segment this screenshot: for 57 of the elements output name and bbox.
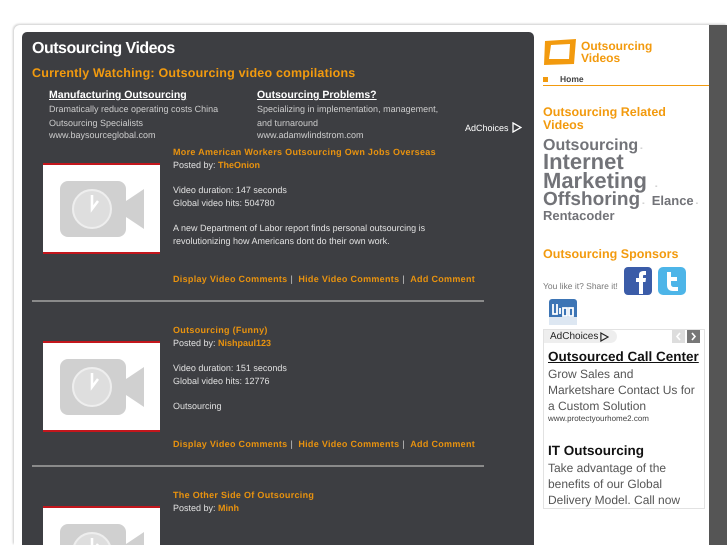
ad-title-link[interactable]: IT Outsourcing bbox=[548, 441, 700, 460]
video-title-link[interactable]: Outsourcing (Funny) bbox=[173, 324, 524, 337]
share-text: You like it? Share it! bbox=[543, 281, 618, 292]
now-watching-heading: Currently Watching: Outsourcing video compilations bbox=[32, 66, 356, 80]
author-link[interactable]: TheOnion bbox=[218, 160, 260, 170]
ad-url: www.baysourceglobal.com bbox=[49, 130, 157, 140]
adchoices-icon bbox=[512, 122, 522, 133]
video-title-link[interactable]: More American Workers Outsourcing Own Jobs Overseas bbox=[173, 146, 524, 159]
video-description: Outsourcing bbox=[173, 400, 223, 413]
ad-text: Grow Sales and Marketshare Contact Us for a Custom Solution bbox=[548, 366, 696, 414]
logo-text[interactable]: Outsourcing Videos bbox=[581, 40, 671, 64]
video-duration: Video duration: 151 seconds bbox=[173, 362, 288, 375]
comment-action-link[interactable]: Add Comment bbox=[410, 439, 476, 449]
adchoices-icon bbox=[600, 332, 610, 342]
comment-action-link[interactable]: Display Video Comments bbox=[173, 439, 288, 449]
video-thumbnail[interactable] bbox=[43, 341, 160, 432]
adchoices-link[interactable]: AdChoices bbox=[465, 122, 522, 133]
related-videos-heading: Outsourcing Related Videos bbox=[543, 106, 667, 132]
tag-link[interactable]: Elance bbox=[652, 192, 694, 208]
posted-by-label: Posted by: bbox=[173, 160, 216, 170]
comment-action-link[interactable]: Hide Video Comments bbox=[298, 274, 400, 284]
posted-by-label: Posted by: bbox=[173, 503, 216, 513]
digg-icon[interactable] bbox=[549, 299, 577, 326]
nav-item[interactable]: Home bbox=[543, 74, 709, 86]
author-link[interactable]: Minh bbox=[218, 503, 240, 513]
video-thumbnail[interactable] bbox=[43, 163, 160, 254]
posted-by-label: Posted by: bbox=[173, 338, 216, 348]
next-ad-button[interactable] bbox=[687, 330, 700, 344]
comment-action-link[interactable]: Display Video Comments bbox=[173, 274, 288, 284]
tag-link[interactable]: Internet Marketing bbox=[543, 153, 653, 191]
adchoices-link[interactable]: AdChoices bbox=[544, 330, 618, 344]
ad-url: www.protectyourhome2.com bbox=[548, 414, 650, 424]
video-camera-icon bbox=[60, 180, 144, 236]
ad-url: www.adamwlindstrom.com bbox=[257, 130, 365, 140]
comment-action-link[interactable]: Add Comment bbox=[410, 274, 476, 284]
tag-link[interactable]: Rentacoder bbox=[543, 208, 615, 223]
video-hits: Global video hits: 12776 bbox=[173, 375, 271, 388]
comment-action-link[interactable]: Hide Video Comments bbox=[298, 439, 400, 449]
video-description: A new Department of Labor report finds personal outsourcing is revolutionizing how Americans dont do their own work. bbox=[173, 222, 426, 248]
ad-link[interactable]: Outsourcing Problems? bbox=[257, 88, 451, 102]
ad-text: Take advantage of the benefits of our Global Delivery Model. Call now bbox=[548, 460, 682, 508]
author-link[interactable]: Nishpaul123 bbox=[218, 338, 272, 348]
separator: | bbox=[290, 274, 293, 284]
ad-link[interactable]: Manufacturing Outsourcing bbox=[49, 88, 243, 102]
ad-title-link[interactable]: Outsourced Call Center bbox=[548, 347, 700, 366]
logo-icon bbox=[543, 38, 577, 66]
separator: | bbox=[290, 439, 293, 449]
separator: | bbox=[402, 439, 405, 449]
separator: | bbox=[402, 274, 405, 284]
facebook-icon[interactable] bbox=[624, 267, 652, 296]
video-title-link[interactable]: The Other Side Of Outsourcing bbox=[173, 489, 524, 502]
sponsors-heading: Outsourcing Sponsors bbox=[543, 248, 680, 262]
tag-link[interactable]: Outsourcing bbox=[543, 137, 638, 154]
video-duration: Video duration: 147 seconds bbox=[173, 184, 288, 197]
page-title: Outsourcing Videos bbox=[32, 40, 176, 58]
video-camera-icon bbox=[60, 358, 144, 414]
video-hits: Global video hits: 504780 bbox=[173, 197, 276, 210]
